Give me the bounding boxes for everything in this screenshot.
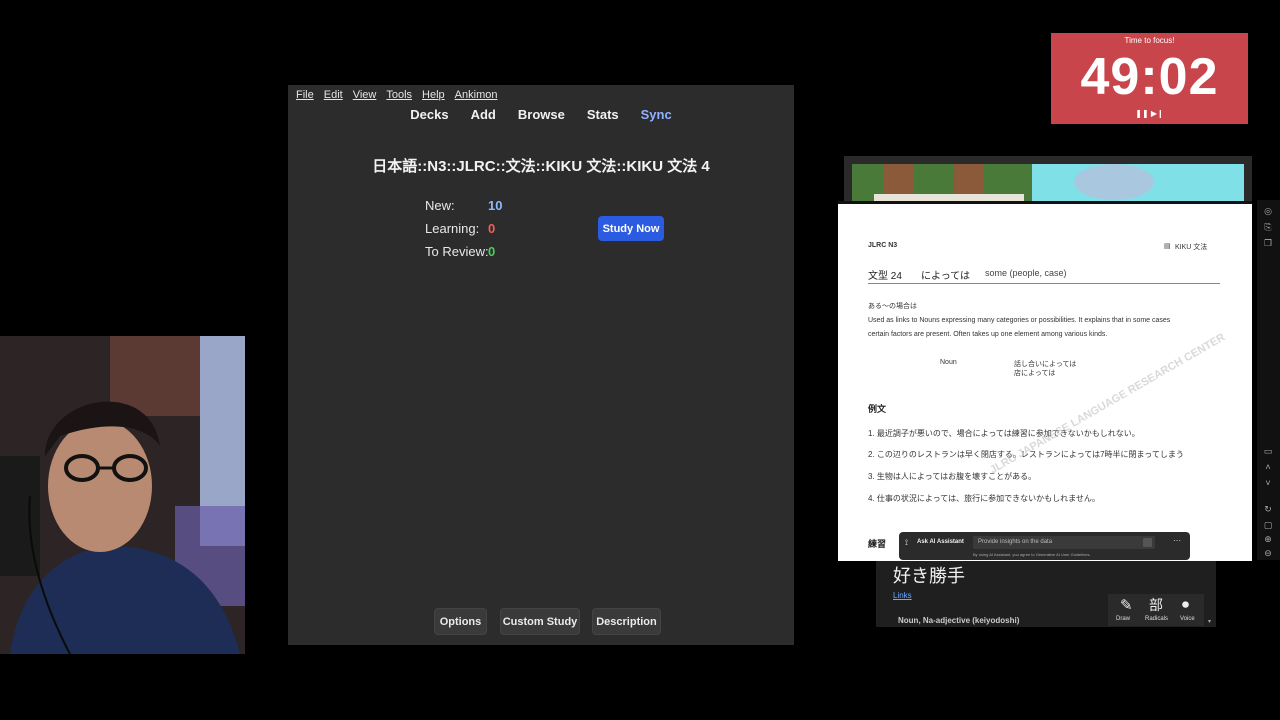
send-icon[interactable] [1143, 538, 1152, 547]
anki-window: File Edit View Tools Help Ankimon Decks … [288, 85, 794, 645]
title-rule [868, 283, 1220, 284]
form-label: Noun [940, 359, 957, 366]
ai-disclaimer: By using AI Assistant, you agree to Gene… [973, 552, 1091, 557]
deck-title: 日本語::N3::JLRC::文法::KIKU 文法::KIKU 文法 4 [372, 158, 710, 175]
timer-label: Time to focus! [1124, 36, 1175, 45]
dict-tools: ✎ Draw 部 Radicals ⏺ Voice [1108, 594, 1204, 626]
game-strip [844, 156, 1252, 204]
settings-icon[interactable]: ◎ [1261, 206, 1275, 218]
study-now-button[interactable]: Study Now [598, 216, 664, 241]
practice-heading: 練習 [868, 539, 887, 549]
export-icon[interactable]: ⎘ [1261, 222, 1275, 234]
webcam-feed [0, 336, 245, 654]
chevron-down-icon[interactable]: ˅ [1261, 478, 1275, 490]
explanation-line-2: certain factors are present. Often takes… [868, 331, 1108, 338]
review-count: 0 [488, 244, 496, 259]
examples-heading: 例文 [868, 404, 887, 414]
description-button[interactable]: Description [592, 608, 661, 635]
add-button[interactable]: Add [471, 107, 496, 125]
decks-button[interactable]: Decks [410, 107, 448, 125]
pattern-title: によっては [921, 271, 970, 282]
example-3: 3. 生物は人によってはお腹を壊すことがある。 [868, 472, 1037, 481]
doc-header-left: JLRC N3 [868, 242, 898, 249]
timer-value: 49:02 [1080, 48, 1219, 106]
ai-assistant-label: Ask AI Assistant [917, 539, 964, 545]
menu-help[interactable]: Help [422, 89, 445, 101]
options-button[interactable]: Options [434, 608, 487, 635]
pattern-number: 文型 24 [868, 271, 902, 282]
dictionary-widget: 好き勝手 Links Noun, Na-adjective (keiyodosh… [876, 561, 1216, 627]
doc-header-right: KIKU 文法 [1175, 244, 1208, 251]
menu-file[interactable]: File [296, 89, 314, 101]
custom-study-button[interactable]: Custom Study [500, 608, 580, 635]
review-label: To Review: [425, 244, 489, 259]
radicals-icon[interactable]: 部 [1149, 595, 1163, 615]
timer-controls[interactable]: ❚❚ ▶❙ [1051, 109, 1248, 118]
browse-button[interactable]: Browse [518, 107, 565, 125]
more-icon[interactable]: ⋯ [1173, 536, 1181, 545]
microphone-icon[interactable]: ⏺ [1182, 596, 1189, 613]
page-number-icon[interactable]: ▭ [1261, 446, 1275, 458]
book-icon: ▤ [1164, 243, 1171, 250]
draw-label: Draw [1116, 616, 1131, 622]
example-1: 1. 最近調子が悪いので、場合によっては練習に参加できないかもしれない。 [868, 429, 1140, 438]
rotate-icon[interactable]: ↻ [1261, 504, 1275, 516]
chevron-up-icon[interactable]: ˄ [1261, 462, 1275, 474]
draw-icon[interactable]: ✎ [1120, 596, 1133, 614]
pattern-meaning: some (people, case) [985, 268, 1067, 278]
ai-input-placeholder: Provide insights on the data [978, 539, 1053, 545]
page-icon[interactable]: ▢ [1261, 520, 1275, 532]
learning-label: Learning: [425, 221, 480, 236]
copy-icon[interactable]: ❐ [1261, 238, 1275, 250]
jp-explanation: ある～の場合は [868, 303, 917, 310]
menu-bar: File Edit View Tools Help Ankimon [288, 85, 794, 105]
menu-view[interactable]: View [353, 89, 377, 101]
top-toolbar: Decks Add Browse Stats Sync [288, 107, 794, 125]
pdf-side-toolbar: ◎ ⎘ ❐ ▭ ˄ ˅ ↻ ▢ ⊕ ⊖ [1257, 200, 1280, 560]
focus-timer: Time to focus! 49:02 ❚❚ ▶❙ [1051, 33, 1248, 124]
links-link[interactable]: Links [893, 591, 912, 600]
webcam-person-image [0, 336, 245, 654]
menu-edit[interactable]: Edit [324, 89, 343, 101]
menu-tools[interactable]: Tools [386, 89, 412, 101]
menu-ankimon[interactable]: Ankimon [455, 89, 498, 101]
grammar-document: JLRC N3 ▤ KIKU 文法 文型 24 によっては some (peop… [838, 201, 1252, 561]
zoom-in-icon[interactable]: ⊕ [1261, 534, 1275, 546]
new-label: New: [425, 198, 455, 213]
dict-word: 好き勝手 [893, 566, 965, 586]
part-of-speech: Noun, Na-adjective (keiyodoshi) [898, 616, 1020, 625]
radicals-label: Radicals [1145, 616, 1169, 622]
ai-icon: ⟟ [905, 538, 908, 547]
new-count: 10 [488, 198, 503, 213]
dropdown-arrow-icon[interactable]: ▾ [1208, 618, 1211, 625]
sync-button[interactable]: Sync [641, 107, 672, 125]
stats-button[interactable]: Stats [587, 107, 619, 125]
example-4: 4. 仕事の状況によっては、旅行に参加できないかもしれません。 [868, 494, 1100, 503]
ai-assistant-bar: ⟟ Ask AI Assistant Provide insights on t… [899, 532, 1190, 560]
voice-label: Voice [1180, 616, 1195, 622]
game-scene-image [852, 164, 1244, 204]
form-example-2: 店によっては [1014, 370, 1056, 377]
zoom-out-icon[interactable]: ⊖ [1261, 548, 1275, 560]
learning-count: 0 [488, 221, 496, 236]
explanation-line-1: Used as links to Nouns expressing many c… [868, 317, 1171, 324]
ai-input[interactable]: Provide insights on the data [973, 536, 1155, 549]
